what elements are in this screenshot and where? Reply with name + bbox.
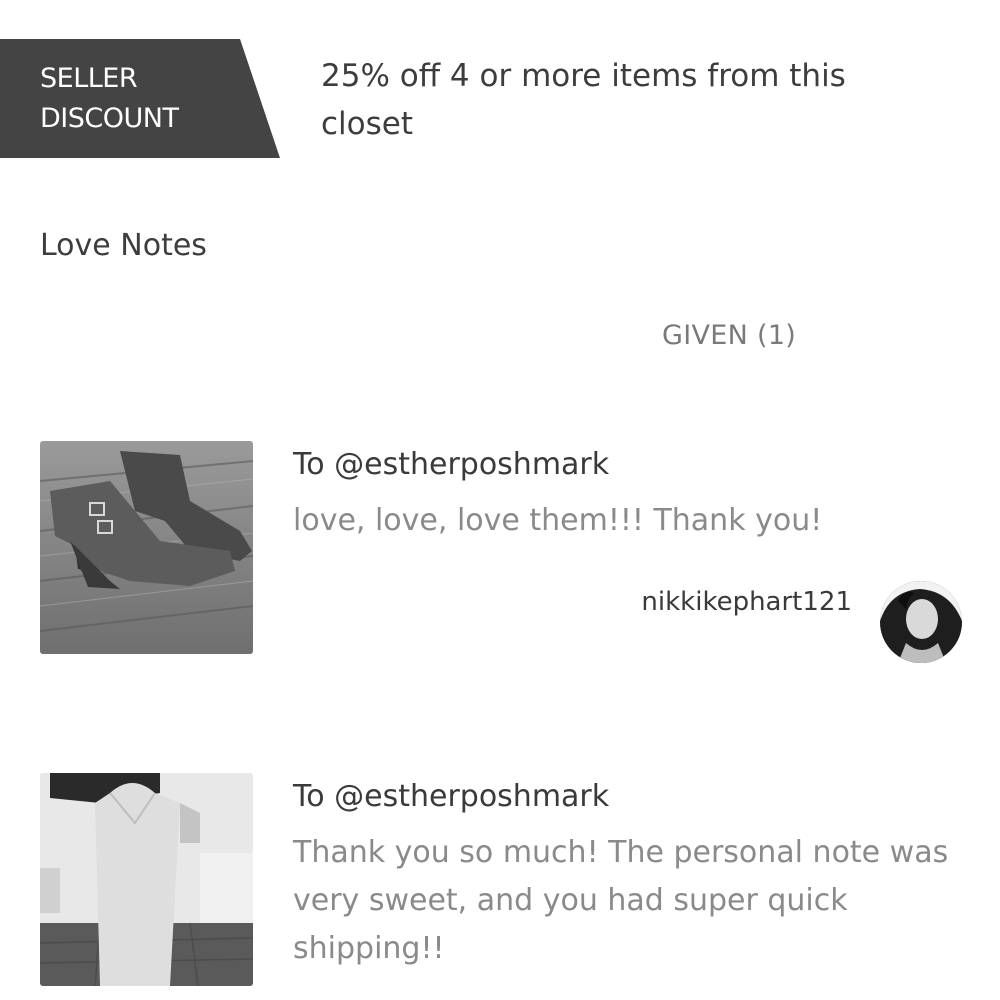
discount-tag-line1: SELLER (40, 63, 138, 94)
tab-given[interactable]: GIVEN (1) (662, 320, 796, 351)
note-author[interactable]: nikkikephart121 (641, 587, 852, 617)
discount-tag-line2: DISCOUNT (40, 103, 179, 134)
note-message: Thank you so much! The personal note was… (293, 835, 949, 966)
love-note-item[interactable]: To @estherposhmark Thank you so much! Th… (0, 773, 1000, 993)
user-avatar[interactable] (880, 581, 962, 663)
seller-discount-tag: SELLER DISCOUNT (0, 39, 280, 158)
seller-discount-text: 25% off 4 or more items from this closet (321, 58, 846, 142)
closet-page: SELLER DISCOUNT 25% off 4 or more items … (0, 0, 1000, 1000)
note-message: love, love, love them!!! Thank you! (293, 503, 823, 538)
white-dress-thumbnail[interactable] (40, 773, 253, 986)
note-recipient[interactable]: To @estherposhmark (293, 447, 609, 482)
ankle-boots-thumbnail[interactable] (40, 441, 253, 654)
note-recipient[interactable]: To @estherposhmark (293, 779, 609, 814)
love-note-item[interactable]: To @estherposhmark love, love, love them… (0, 441, 1000, 663)
love-notes-title: Love Notes (40, 228, 207, 263)
